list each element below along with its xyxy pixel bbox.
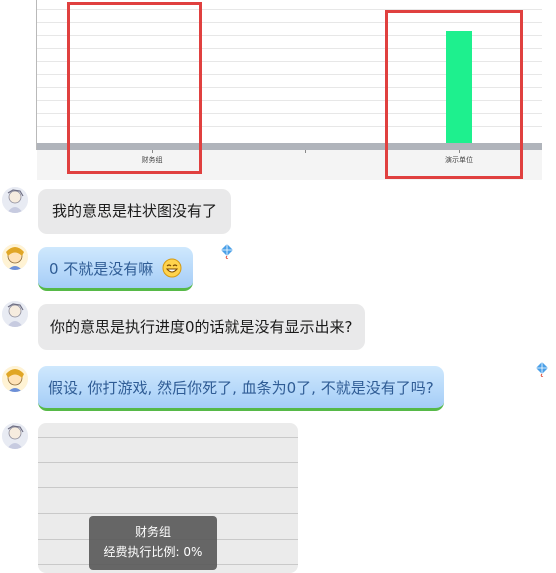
message-text: 我的意思是柱状图没有了	[52, 202, 218, 220]
highlight-box	[67, 2, 202, 174]
tooltip-label: 经费执行比例:	[103, 545, 180, 559]
avatar-self[interactable]	[2, 366, 28, 392]
message-text: 0 不就是没有嘛	[49, 260, 154, 278]
tooltip-category: 财务组	[134, 525, 171, 539]
message-text: 你的意思是执行进度0的话就是没有显示出来?	[50, 318, 353, 336]
message-text: 假设, 你打游戏, 然后你死了, 血条为0了, 不就是没有了吗?	[48, 379, 434, 397]
message-bubble[interactable]: 0 不就是没有嘛	[38, 247, 194, 291]
highlight-box	[385, 10, 523, 179]
x-axis-tick	[305, 150, 306, 153]
avatar-other[interactable]	[2, 301, 28, 327]
tooltip-value-line: 经费执行比例: 0%	[89, 542, 217, 562]
avatar-other[interactable]	[2, 187, 28, 213]
grin-emoji-icon	[162, 258, 182, 278]
avatar-self[interactable]	[2, 244, 28, 270]
message-bubble[interactable]: 你的意思是执行进度0的话就是没有显示出来?	[38, 304, 365, 350]
bar-chart-screenshot: 财务组 演示单位	[0, 0, 556, 180]
chart-tooltip: 财务组 经费执行比例: 0%	[89, 516, 217, 570]
gridline	[38, 437, 298, 438]
gridline	[38, 487, 298, 488]
kite-decoration-icon	[534, 361, 550, 378]
kite-decoration-icon	[219, 243, 235, 260]
message-bubble[interactable]: 假设, 你打游戏, 然后你死了, 血条为0了, 不就是没有了吗?	[38, 366, 444, 411]
avatar-other[interactable]	[2, 423, 28, 449]
gridline	[38, 462, 298, 463]
message-bubble[interactable]: 我的意思是柱状图没有了	[38, 189, 232, 234]
tooltip-value: 0%	[183, 545, 203, 559]
gridline	[38, 513, 298, 514]
